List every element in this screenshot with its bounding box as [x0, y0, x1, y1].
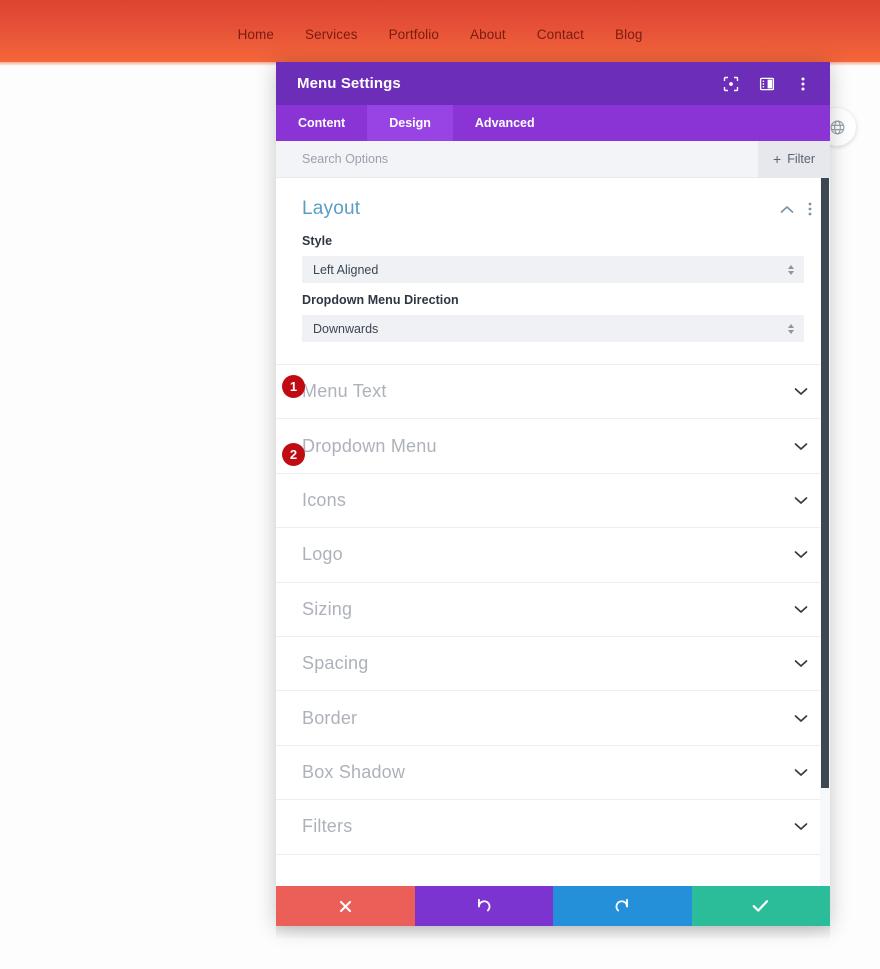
- section-row-icons[interactable]: Icons: [276, 472, 830, 527]
- settings-scroll-area: 1 2 Layout Style Left Aligned Dropdown M…: [276, 178, 830, 886]
- search-input[interactable]: [302, 141, 759, 177]
- chevron-down-icon[interactable]: [794, 442, 808, 451]
- section-more-vertical-icon[interactable]: [808, 202, 812, 216]
- section-layout-header[interactable]: Layout: [276, 178, 830, 224]
- section-row-box-shadow[interactable]: Box Shadow: [276, 744, 830, 799]
- tab-design[interactable]: Design: [367, 105, 453, 141]
- modal-footer: [276, 886, 830, 926]
- modal-tabs: Content Design Advanced: [276, 105, 830, 141]
- section-title: Logo: [302, 544, 343, 565]
- save-button[interactable]: [691, 886, 830, 926]
- section-title: Sizing: [302, 598, 353, 619]
- field-style-label: Style: [302, 234, 333, 248]
- section-row-filters[interactable]: Filters: [276, 799, 830, 853]
- more-vertical-icon[interactable]: [794, 75, 812, 93]
- section-layout: Layout Style Left Aligned Dropdown Menu …: [276, 178, 830, 364]
- section-row-dropdown-menu[interactable]: Dropdown Menu: [276, 418, 830, 472]
- nav-link-about[interactable]: About: [470, 27, 506, 42]
- chevron-down-icon[interactable]: [794, 714, 808, 723]
- section-title: Icons: [302, 489, 347, 510]
- filter-button-label: Filter: [787, 152, 815, 166]
- nav-link-portfolio[interactable]: Portfolio: [389, 27, 439, 42]
- select-stepper-icon: [788, 323, 794, 334]
- section-title: Box Shadow: [302, 761, 406, 782]
- scrollbar-thumb[interactable]: [821, 178, 829, 788]
- chevron-down-icon[interactable]: [794, 768, 808, 777]
- field-style: Style Left Aligned: [276, 224, 830, 283]
- section-row-logo[interactable]: Logo: [276, 527, 830, 581]
- filter-button[interactable]: + Filter: [758, 141, 830, 177]
- nav-link-contact[interactable]: Contact: [537, 27, 584, 42]
- section-title: Menu Text: [302, 381, 387, 402]
- chevron-down-icon[interactable]: [794, 605, 808, 614]
- section-row-menu-text[interactable]: Menu Text: [276, 364, 830, 418]
- page-title: Menu Settings: [297, 75, 401, 92]
- tab-advanced[interactable]: Advanced: [453, 105, 557, 141]
- section-row-sizing[interactable]: Sizing: [276, 581, 830, 636]
- panel-layout-icon[interactable]: [758, 75, 776, 93]
- field-dropdown-direction: Dropdown Menu Direction Downwards: [276, 283, 830, 342]
- redo-button[interactable]: [553, 886, 692, 926]
- section-layout-icon-group: [780, 202, 812, 216]
- chevron-down-icon[interactable]: [794, 550, 808, 559]
- check-icon: [752, 899, 769, 913]
- dropdown-direction-select[interactable]: Downwards: [302, 315, 804, 342]
- chevron-down-icon[interactable]: [794, 822, 808, 831]
- nav-link-blog[interactable]: Blog: [615, 27, 642, 42]
- section-row-divider: [276, 853, 830, 884]
- site-nav: Home Services Portfolio About Contact Bl…: [238, 27, 643, 42]
- chevron-up-icon[interactable]: [780, 205, 794, 214]
- site-header: Home Services Portfolio About Contact Bl…: [0, 0, 880, 62]
- section-title: Filters: [302, 816, 353, 837]
- field-dropdown-direction-label: Dropdown Menu Direction: [302, 293, 459, 307]
- section-title: Dropdown Menu: [302, 435, 437, 456]
- redo-arrow-icon: [614, 898, 631, 915]
- annotation-marker-2: 2: [282, 443, 305, 466]
- plus-icon: +: [773, 151, 782, 167]
- style-select[interactable]: Left Aligned: [302, 256, 804, 283]
- search-row: + Filter: [276, 141, 830, 178]
- select-stepper-icon: [788, 264, 794, 275]
- menu-settings-modal: Menu Settings Content Design Advanced Se…: [276, 62, 830, 926]
- modal-titlebar: Menu Settings: [276, 62, 830, 105]
- section-row-border[interactable]: Border: [276, 690, 830, 744]
- section-title: Border: [302, 707, 358, 728]
- style-select-value: Left Aligned: [313, 262, 379, 277]
- scroll-content: Layout Style Left Aligned Dropdown Menu …: [276, 178, 830, 884]
- chevron-down-icon[interactable]: [794, 496, 808, 505]
- section-layout-title: Layout: [302, 198, 361, 219]
- modal-drop-shadow: [276, 926, 830, 940]
- dropdown-direction-select-value: Downwards: [313, 321, 379, 336]
- tab-content[interactable]: Content: [276, 105, 367, 141]
- undo-button[interactable]: [414, 886, 553, 926]
- scrollbar-track[interactable]: [820, 178, 830, 886]
- undo-arrow-icon: [475, 898, 492, 915]
- close-x-icon: [338, 899, 353, 914]
- focus-target-icon[interactable]: [722, 75, 740, 93]
- cancel-button[interactable]: [276, 886, 415, 926]
- section-title: Spacing: [302, 653, 369, 674]
- nav-link-home[interactable]: Home: [238, 27, 274, 42]
- titlebar-icon-group: [722, 75, 812, 93]
- annotation-marker-1: 1: [282, 375, 305, 398]
- chevron-down-icon[interactable]: [794, 387, 808, 396]
- section-row-spacing[interactable]: Spacing: [276, 635, 830, 690]
- nav-link-services[interactable]: Services: [305, 27, 358, 42]
- chevron-down-icon[interactable]: [794, 659, 808, 668]
